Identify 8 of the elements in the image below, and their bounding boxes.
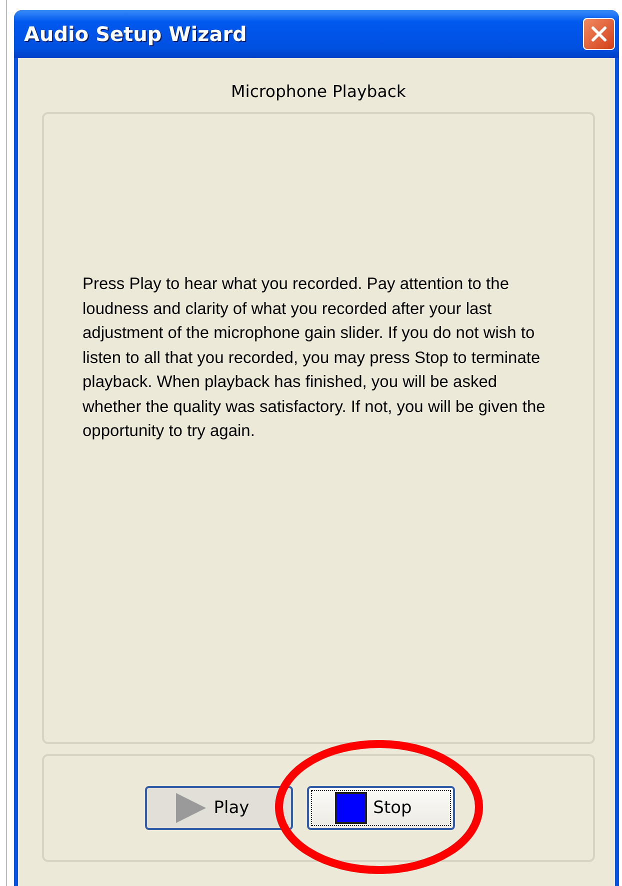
play-icon [174, 792, 208, 824]
window-title: Audio Setup Wizard [24, 22, 247, 46]
instructions-text: Press Play to hear what you recorded. Pay attention to the loudness and clarity of what you recorded after your last adjustment of the microphone gain slider. If you do not wish to listen to all that you recorded, you may press Stop to terminate playback. When playback has finished, you will be asked whether the quality was satisfactory. If not, you will be given the opportunity to try again. [82, 274, 546, 442]
play-button[interactable]: Play [144, 786, 292, 830]
stop-button[interactable]: Stop [306, 786, 454, 830]
close-button[interactable] [583, 18, 615, 50]
stop-icon [335, 792, 368, 824]
page-heading: Microphone Playback [230, 81, 407, 103]
